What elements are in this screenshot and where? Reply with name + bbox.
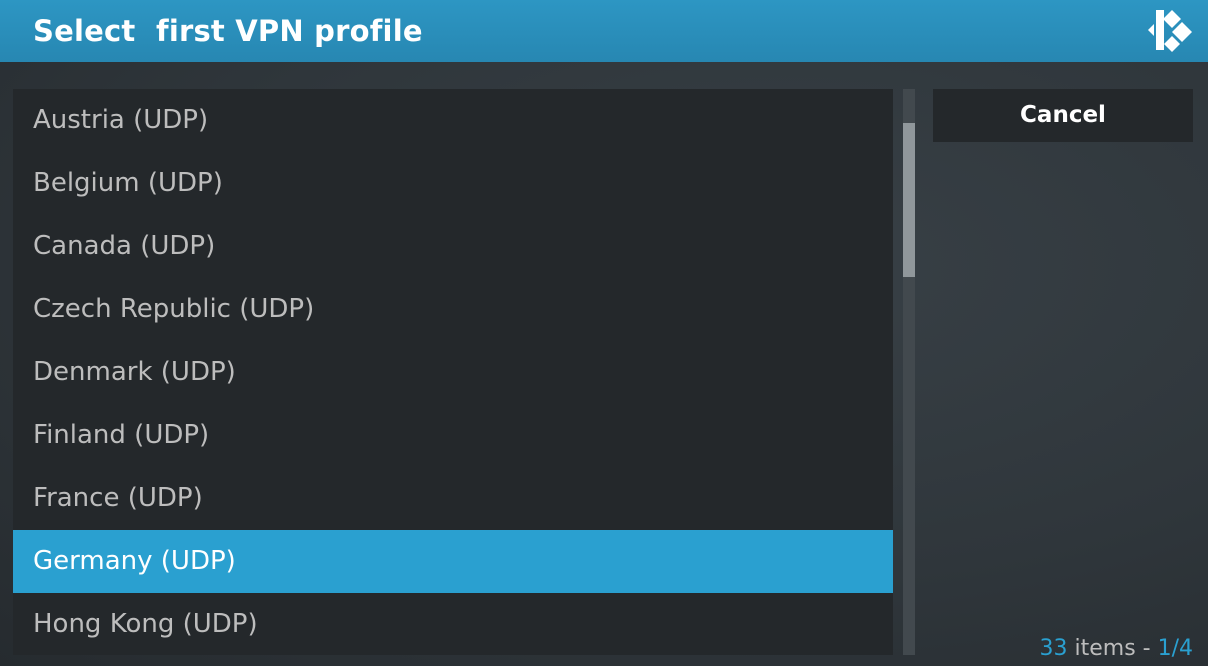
dialog-title: Select first VPN profile <box>33 14 423 48</box>
dialog-header: Select first VPN profile <box>0 0 1208 62</box>
list-item-label: Belgium (UDP) <box>33 168 223 198</box>
list-item-label: Austria (UDP) <box>33 105 209 135</box>
list-item-label: Hong Kong (UDP) <box>33 609 258 639</box>
list-item[interactable]: Austria (UDP) <box>13 89 893 152</box>
list-item-label: France (UDP) <box>33 483 203 513</box>
vpn-profile-list: Austria (UDP) Belgium (UDP) Canada (UDP) Cz… <box>13 89 893 655</box>
items-label: items - <box>1067 636 1158 661</box>
scrollbar-thumb[interactable] <box>903 123 915 277</box>
list-item[interactable]: Denmark (UDP) <box>13 341 893 404</box>
list-item[interactable]: Czech Republic (UDP) <box>13 278 893 341</box>
list-item-label: Germany (UDP) <box>33 546 236 576</box>
list-item-label: Denmark (UDP) <box>33 357 236 387</box>
list-item[interactable]: Finland (UDP) <box>13 404 893 467</box>
list-item[interactable]: Hong Kong (UDP) <box>13 593 893 655</box>
list-item[interactable]: Canada (UDP) <box>13 215 893 278</box>
list-item-label: Finland (UDP) <box>33 420 210 450</box>
kodi-logo-icon <box>1148 10 1192 52</box>
list-scrollbar[interactable] <box>903 89 915 655</box>
page-indicator: 1/4 <box>1157 636 1193 661</box>
list-item-label: Canada (UDP) <box>33 231 216 261</box>
cancel-button[interactable]: Cancel <box>933 89 1193 142</box>
item-count: 33 <box>1039 636 1068 661</box>
list-item-label: Czech Republic (UDP) <box>33 294 315 324</box>
list-item[interactable]: France (UDP) <box>13 467 893 530</box>
item-count-footer: 33 items - 1/4 <box>1040 636 1194 662</box>
list-item[interactable]: Belgium (UDP) <box>13 152 893 215</box>
list-item[interactable]: Germany (UDP) <box>13 530 893 593</box>
